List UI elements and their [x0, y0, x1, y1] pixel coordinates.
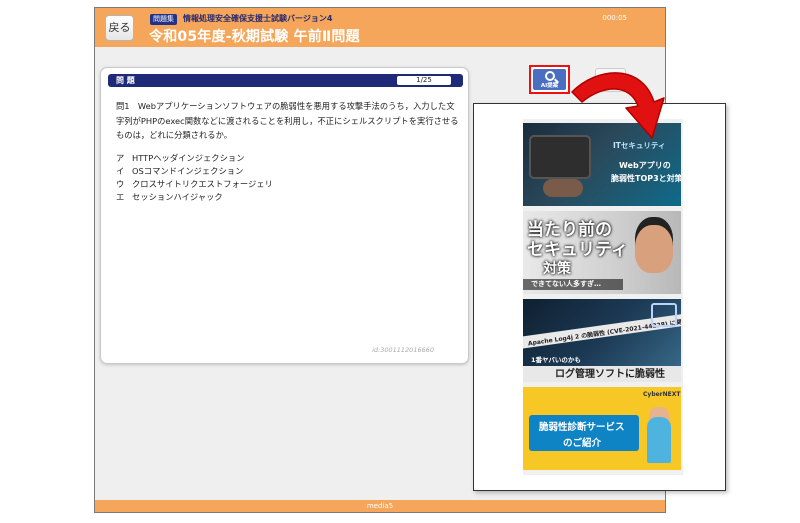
category-badge: 問題集 [150, 14, 177, 25]
curved-arrow-icon [571, 72, 665, 139]
choice-label: クロスサイトリクエストフォージェリ [132, 179, 273, 189]
choice-label: HTTPヘッダインジェクション [132, 153, 245, 163]
timer: 000:05 [602, 14, 627, 22]
back-button[interactable]: 戻る [105, 15, 134, 41]
person-illustration [647, 417, 671, 463]
exam-subtitle: 情報処理安全確保支援士試験バージョン4 [183, 14, 333, 23]
thumbnail-caption: 1番ヤバいのかも [531, 356, 581, 364]
question-id: id:3001112016660 [372, 346, 434, 354]
choice-item[interactable]: ア HTTPヘッダインジェクション [116, 152, 273, 165]
choice-item[interactable]: エ セッションハイジャック [116, 191, 273, 204]
question-card: 問 題 1/25 問1 Webアプリケーションソフトウェアの脆弱性を悪用する攻撃… [100, 67, 469, 364]
result-thumbnail[interactable]: CyberNEXT 脆弱性診断サービス のご紹介 [523, 387, 681, 470]
thumbnail-title-line: Webアプリの [619, 161, 671, 170]
thumbnail-title-line: 脆弱性TOP3と対策 [611, 174, 681, 183]
choice-item[interactable]: ウ クロスサイトリクエストフォージェリ [116, 178, 273, 191]
thumbnail-title-line: セキュリティ [527, 240, 628, 260]
page-title: 令和05年度-秋期試験 午前Ⅱ問題 [149, 29, 360, 45]
question-header: 問 題 1/25 [108, 74, 463, 87]
thumbnail-title-line: ログ管理ソフトに脆弱性 [555, 369, 665, 380]
choice-list: ア HTTPヘッダインジェクション イ OSコマンドインジェクション ウ クロス… [116, 152, 273, 204]
footer-bar: media5 [95, 500, 665, 512]
brand-logo: CyberNEXT [643, 391, 681, 398]
thumbnail-caption: できてない人多すぎ… [531, 280, 601, 288]
question-text: 問1 Webアプリケーションソフトウェアの脆弱性を悪用する攻撃手法のうち，入力し… [116, 101, 459, 140]
thumbnail-title-line: のご紹介 [563, 438, 602, 449]
question-header-label: 問 題 [116, 76, 135, 85]
choice-label: セッションハイジャック [132, 192, 223, 202]
thumbnail-title-line: 対策 [543, 261, 571, 277]
question-pager: 1/25 [397, 76, 451, 85]
result-list: ITセキュリティ Webアプリの 脆弱性TOP3と対策 当たり前の セキュリティ… [523, 119, 683, 475]
choice-key: イ [116, 166, 125, 176]
result-thumbnail[interactable]: Apache Log4j 2 の脆弱性 (CVE-2021-44228) に関す… [523, 299, 681, 382]
ai-suggestion-panel: ITセキュリティ Webアプリの 脆弱性TOP3と対策 当たり前の セキュリティ… [473, 103, 726, 491]
header-bar: 戻る 問題集 情報処理安全確保支援士試験バージョン4 令和05年度-秋期試験 午… [95, 8, 665, 47]
choice-key: エ [116, 192, 125, 202]
person-illustration [635, 225, 673, 273]
choice-key: ウ [116, 179, 125, 189]
choice-key: ア [116, 153, 125, 163]
channel-logo-icon [651, 303, 677, 327]
hand-illustration [543, 179, 583, 197]
choice-label: OSコマンドインジェクション [132, 166, 244, 176]
choice-item[interactable]: イ OSコマンドインジェクション [116, 165, 273, 178]
result-thumbnail[interactable]: 当たり前の セキュリティ 対策 できてない人多すぎ… [523, 211, 681, 294]
thumbnail-title-line: 脆弱性診断サービス [539, 422, 625, 433]
